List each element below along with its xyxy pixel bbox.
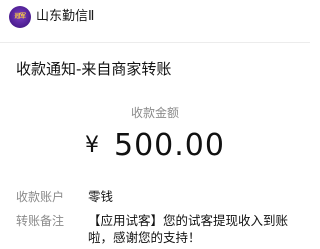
merchant-avatar[interactable]: 冠军 [9,6,31,28]
currency-symbol: ¥ [85,133,100,158]
transfer-note-value: 【应用试客】您的试客提现收入到账啦，感谢您的支持！ [88,213,289,245]
transfer-note-label: 转账备注 [16,214,65,228]
receiving-account-label: 收款账户 [16,190,65,204]
receiving-account-value: 零钱 [88,189,114,204]
chat-header: 冠军 山东勤信Ⅱ [0,0,310,34]
notification-title: 收款通知-来自商家转账 [16,60,172,78]
amount-label: 收款金额 [130,106,179,120]
merchant-name[interactable]: 山东勤信Ⅱ [36,9,94,25]
header-divider [0,42,310,43]
amount-display: ¥500.00 [0,128,310,164]
amount-value: 500.00 [114,128,225,163]
avatar-logo-text: 冠军 [14,13,26,20]
